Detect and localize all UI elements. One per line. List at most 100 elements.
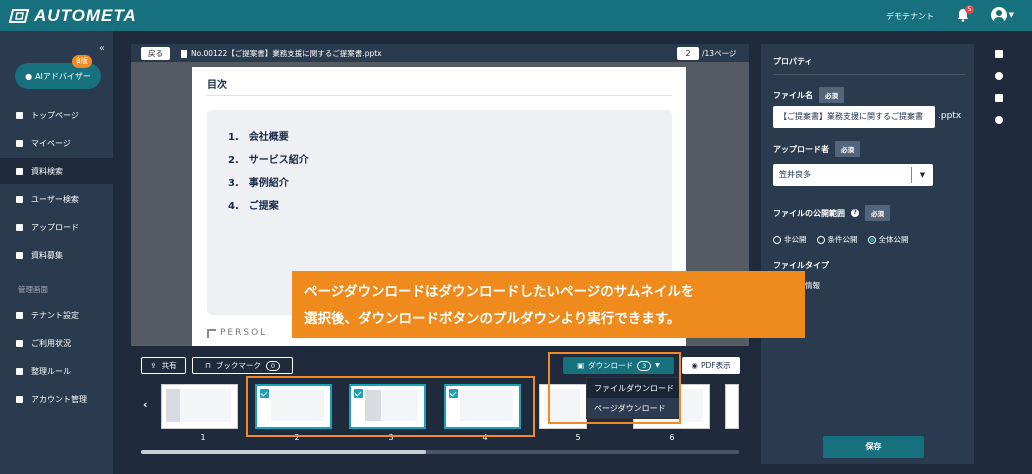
sidebar-item-label: アカウント管理 bbox=[31, 394, 87, 404]
sidebar-item-label: ユーザー検索 bbox=[31, 194, 79, 204]
properties-title: プロパティ bbox=[773, 57, 813, 66]
callout-line-2: 選択後、ダウンロードボタンのプルダウンより実行できます。 bbox=[304, 311, 681, 327]
radio-private[interactable]: 非公開 bbox=[773, 234, 807, 245]
user-menu[interactable]: ▼ bbox=[990, 7, 1014, 23]
sidebar-item-top[interactable]: トップページ bbox=[0, 102, 113, 128]
required-badge: 必須 bbox=[865, 205, 890, 221]
home-icon bbox=[16, 111, 23, 119]
sidebar-item-upload[interactable]: アップロード bbox=[0, 214, 113, 240]
persol-mark-icon bbox=[207, 328, 216, 338]
filename-label: ファイル名 必須 bbox=[773, 87, 844, 103]
sidebar: « ● AIアドバイザー β版 トップページ マイページ 資料検索 ユーザー検索… bbox=[0, 31, 113, 474]
chevron-down-icon: ▼ bbox=[1008, 11, 1014, 19]
chevron-down-icon: ▼ bbox=[911, 167, 933, 183]
document-icon[interactable] bbox=[995, 94, 1003, 102]
visibility-label: ファイルの公開範囲 ? 必須 bbox=[773, 205, 890, 221]
sidebar-item-rules[interactable]: 整理ルール bbox=[0, 358, 113, 384]
collapse-sidebar-icon[interactable]: « bbox=[99, 43, 105, 54]
bookmark-label: ブックマーク bbox=[215, 361, 261, 370]
thumbnail-page-1[interactable] bbox=[161, 384, 238, 429]
sidebar-item-tenant-settings[interactable]: テナント設定 bbox=[0, 302, 113, 328]
sidebar-item-document-search[interactable]: 資料検索 bbox=[0, 158, 113, 184]
download-highlight bbox=[548, 352, 681, 424]
pdf-view-button[interactable]: ◉ PDF表示 bbox=[682, 357, 740, 374]
divider bbox=[207, 95, 672, 96]
sidebar-item-label: テナント設定 bbox=[31, 310, 79, 320]
upload-icon bbox=[16, 223, 23, 231]
avatar bbox=[990, 7, 1007, 23]
radio-conditional[interactable]: 条件公開 bbox=[816, 234, 858, 245]
slide-heading: 目次 bbox=[207, 80, 227, 91]
filename-input[interactable]: 【ご提案書】業務支援に関するご提案書 bbox=[773, 106, 935, 128]
page-total: /13ページ bbox=[702, 49, 737, 58]
toc-item: 3. 事例紹介 bbox=[228, 178, 289, 189]
filename-label-text: ファイル名 bbox=[773, 90, 813, 100]
sidebar-item-label: マイページ bbox=[31, 138, 71, 148]
scroll-left-icon[interactable]: ‹ bbox=[143, 398, 148, 411]
required-badge: 必須 bbox=[835, 141, 860, 157]
bookmark-icon: ⊓ bbox=[205, 361, 211, 370]
sidebar-item-account[interactable]: アカウント管理 bbox=[0, 386, 113, 412]
properties-panel: プロパティ ファイル名 必須 【ご提案書】業務支援に関するご提案書 .pptx … bbox=[761, 44, 974, 464]
top-bar: AUTOMETA デモテナント 5 ▼ bbox=[0, 0, 1032, 31]
file-icon bbox=[181, 49, 187, 58]
divider bbox=[773, 74, 965, 75]
eye-icon: ◉ bbox=[691, 361, 698, 370]
persol-logo-text: PERSOL bbox=[220, 328, 268, 338]
thumbnail-number: 5 bbox=[575, 433, 581, 442]
save-button[interactable]: 保存 bbox=[823, 436, 924, 458]
filetype-label: ファイルタイプ bbox=[773, 261, 829, 270]
radio-public[interactable]: 全体公開 bbox=[867, 234, 909, 245]
sidebar-item-label: トップページ bbox=[31, 110, 79, 120]
rules-icon bbox=[16, 367, 23, 375]
filetype-partial: 情報 bbox=[805, 281, 820, 290]
tenant-icon bbox=[16, 311, 23, 319]
brand-logo[interactable]: AUTOMETA bbox=[8, 6, 137, 26]
scrollbar-thumb[interactable] bbox=[141, 450, 426, 454]
brand-name: AUTOMETA bbox=[34, 5, 137, 25]
radio-circle bbox=[773, 236, 781, 244]
right-tab-bar bbox=[987, 44, 1012, 464]
uploader-label: アップロード者 必須 bbox=[773, 141, 860, 157]
sidebar-item-label: アップロード bbox=[31, 222, 79, 232]
pdf-label: PDF表示 bbox=[700, 361, 731, 370]
share-label: 共有 bbox=[161, 361, 177, 370]
document-icon bbox=[16, 251, 23, 259]
thumbnail-page-7-partial[interactable] bbox=[725, 384, 739, 429]
visibility-radio-group: 非公開 条件公開 全体公開 bbox=[773, 234, 909, 245]
usage-icon bbox=[16, 339, 23, 347]
tenant-name[interactable]: デモテナント bbox=[886, 11, 934, 22]
radio-circle bbox=[867, 236, 876, 244]
thumbnail-scrollbar[interactable] bbox=[141, 450, 739, 454]
help-icon[interactable]: ? bbox=[851, 209, 859, 217]
toc-item: 4. ご提案 bbox=[228, 201, 279, 212]
file-extension: .pptx bbox=[938, 111, 962, 121]
sidebar-item-label: 資料検索 bbox=[31, 166, 63, 176]
user-icon bbox=[16, 139, 23, 147]
sidebar-item-recruit[interactable]: 資料募集 bbox=[0, 242, 113, 268]
sidebar-item-user-search[interactable]: ユーザー検索 bbox=[0, 186, 113, 212]
bookmark-button[interactable]: ⊓ ブックマーク 0 bbox=[192, 357, 293, 374]
robot-icon: ● bbox=[25, 71, 33, 81]
radio-label: 全体公開 bbox=[878, 235, 909, 244]
uploader-select[interactable]: 笠井良多 ▼ bbox=[773, 164, 933, 186]
sidebar-item-label: 資料募集 bbox=[31, 250, 63, 260]
share-icon: ⇪ bbox=[150, 361, 157, 370]
selected-thumbnails-highlight bbox=[246, 376, 535, 437]
notification-badge: 5 bbox=[965, 5, 974, 14]
persol-logo: PERSOL bbox=[207, 328, 267, 338]
bookmark-count: 0 bbox=[265, 360, 280, 371]
search-doc-icon bbox=[16, 167, 23, 175]
page-number-input[interactable]: 2 bbox=[677, 47, 699, 60]
share-button[interactable]: ⇪ 共有 bbox=[141, 357, 186, 374]
info-icon[interactable] bbox=[995, 72, 1003, 80]
comment-icon[interactable] bbox=[995, 116, 1003, 124]
radio-label: 条件公開 bbox=[827, 235, 858, 244]
sidebar-item-label: 整理ルール bbox=[31, 366, 71, 376]
back-button[interactable]: 戻る bbox=[141, 47, 170, 60]
save-disk-icon[interactable] bbox=[995, 50, 1003, 58]
sidebar-item-mypage[interactable]: マイページ bbox=[0, 130, 113, 156]
uploader-label-text: アップロード者 bbox=[773, 144, 829, 154]
thumbnail-number: 6 bbox=[669, 433, 675, 442]
sidebar-item-usage[interactable]: ご利用状況 bbox=[0, 330, 113, 356]
